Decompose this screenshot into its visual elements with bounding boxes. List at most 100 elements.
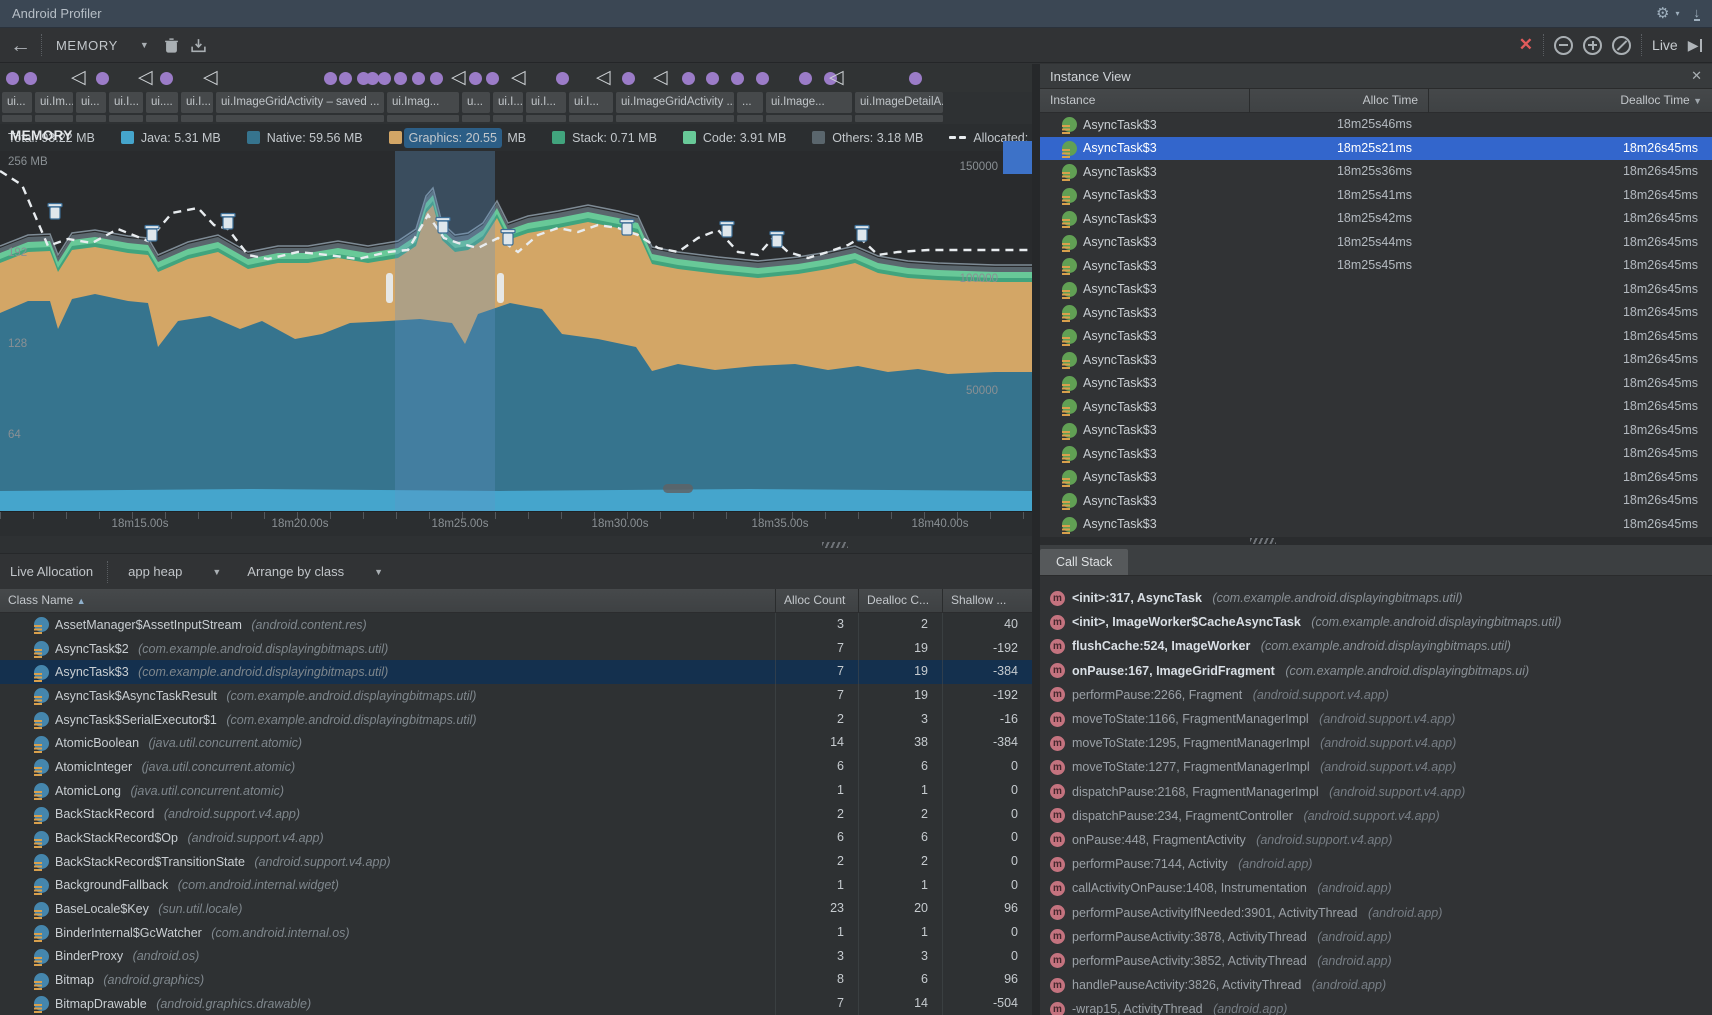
activity-segment[interactable]: ui.I... — [181, 92, 213, 113]
activity-event-dot[interactable] — [799, 72, 812, 85]
activity-event-dot[interactable] — [731, 72, 744, 85]
table-row[interactable]: BackStackRecord (android.support.v4.app)… — [0, 803, 1032, 827]
instance-row[interactable]: AsyncTask$318m26s45ms — [1040, 489, 1712, 513]
table-row[interactable]: AsyncTask$SerialExecutor$1 (com.example.… — [0, 708, 1032, 732]
table-row[interactable]: AtomicLong (java.util.concurrent.atomic)… — [0, 779, 1032, 803]
call-stack-frame[interactable]: onPause:167, ImageGridFragment (com.exam… — [1040, 659, 1712, 683]
activity-event-triangle[interactable]: ◁ — [511, 65, 526, 91]
call-stack-frame[interactable]: performPause:7144, Activity (android.app… — [1040, 852, 1712, 876]
call-stack-frame[interactable]: <init>:317, AsyncTask (com.example.andro… — [1040, 586, 1712, 610]
activity-event-dot[interactable] — [556, 72, 569, 85]
table-row[interactable]: AtomicInteger (java.util.concurrent.atom… — [0, 755, 1032, 779]
activity-segment[interactable]: ui.Imag... — [387, 92, 459, 113]
table-row[interactable]: BinderInternal$GcWatcher (com.android.in… — [0, 921, 1032, 945]
column-alloc-time[interactable]: Alloc Time — [1249, 89, 1428, 113]
instance-row[interactable]: AsyncTask$318m26s45ms — [1040, 278, 1712, 302]
table-row[interactable]: BaseLocale$Key (sun.util.locale)232096 — [0, 897, 1032, 921]
activity-segment[interactable]: ui.ImageGridActivity – saved ... — [216, 92, 384, 113]
column-class-name[interactable]: Class Name ▲ — [0, 589, 775, 612]
call-stack-frame[interactable]: onPause:448, FragmentActivity (android.s… — [1040, 828, 1712, 852]
column-alloc-count[interactable]: Alloc Count — [775, 589, 858, 612]
column-dealloc-time[interactable]: Dealloc Time ▼ — [1428, 89, 1712, 113]
activity-segment[interactable]: ui... — [76, 92, 106, 113]
call-stack-frame[interactable]: <init>, ImageWorker$CacheAsyncTask (com.… — [1040, 610, 1712, 634]
tab-call-stack[interactable]: Call Stack — [1040, 549, 1128, 575]
call-stack-frame[interactable]: dispatchPause:2168, FragmentManagerImpl … — [1040, 780, 1712, 804]
heap-dropdown[interactable]: app heap ▼ — [122, 564, 227, 579]
instance-row[interactable]: AsyncTask$318m26s45ms — [1040, 348, 1712, 372]
zoom-out-button[interactable] — [1554, 36, 1573, 55]
activity-event-dot[interactable] — [394, 72, 407, 85]
activity-event-dot[interactable] — [96, 72, 109, 85]
settings-gear-icon[interactable]: ⚙ — [1656, 6, 1669, 21]
call-stack-frame[interactable]: moveToState:1295, FragmentManagerImpl (a… — [1040, 731, 1712, 755]
table-row[interactable]: BitmapDrawable (android.graphics.drawabl… — [0, 992, 1032, 1015]
instance-row[interactable]: AsyncTask$318m25s41ms18m26s45ms — [1040, 184, 1712, 208]
column-instance[interactable]: Instance — [1040, 89, 1249, 113]
instance-row[interactable]: AsyncTask$318m26s45ms — [1040, 419, 1712, 443]
activity-event-dot[interactable] — [486, 72, 499, 85]
memory-timeline-chart[interactable]: 256 MB1921286415000010000050000 — [0, 151, 1032, 511]
instance-row[interactable]: AsyncTask$318m26s45ms — [1040, 372, 1712, 396]
instance-row[interactable]: AsyncTask$318m26s45ms — [1040, 395, 1712, 419]
column-shallow-size[interactable]: Shallow ... — [942, 589, 1032, 612]
activity-event-triangle[interactable]: ◁ — [829, 65, 844, 91]
instance-row[interactable]: AsyncTask$318m25s42ms18m26s45ms — [1040, 207, 1712, 231]
close-session-icon[interactable]: ✕ — [1519, 35, 1533, 55]
activity-event-triangle[interactable]: ◁ — [596, 65, 611, 91]
activity-event-triangle[interactable]: ◁ — [203, 65, 218, 91]
table-row[interactable]: AsyncTask$AsyncTaskResult (com.example.a… — [0, 684, 1032, 708]
gear-dropdown-caret-icon[interactable]: ▾ — [1675, 9, 1679, 18]
activity-event-dot[interactable] — [706, 72, 719, 85]
activity-event-dot[interactable] — [469, 72, 482, 85]
call-stack-frame[interactable]: handlePauseActivity:3826, ActivityThread… — [1040, 973, 1712, 997]
activity-segment[interactable]: ui.I... — [493, 92, 523, 113]
instance-row[interactable]: AsyncTask$318m25s45ms18m26s45ms — [1040, 254, 1712, 278]
instance-row[interactable]: AsyncTask$318m26s45ms — [1040, 513, 1712, 537]
table-row[interactable]: AssetManager$AssetInputStream (android.c… — [0, 613, 1032, 637]
call-stack-frame[interactable]: moveToState:1277, FragmentManagerImpl (a… — [1040, 755, 1712, 779]
activity-event-dot[interactable] — [682, 72, 695, 85]
activity-event-dot[interactable] — [430, 72, 443, 85]
profiler-type-dropdown[interactable]: MEMORY ▼ — [52, 38, 153, 53]
call-stack-frame[interactable]: dispatchPause:234, FragmentController (a… — [1040, 804, 1712, 828]
table-row[interactable]: BinderProxy (android.os)330 — [0, 945, 1032, 969]
activity-event-dot[interactable] — [324, 72, 337, 85]
activity-segment[interactable]: u... — [462, 92, 490, 113]
table-row[interactable]: BackStackRecord$TransitionState (android… — [0, 850, 1032, 874]
export-heap-icon[interactable] — [190, 37, 207, 54]
table-row[interactable]: AsyncTask$2 (com.example.android.display… — [0, 637, 1032, 661]
activity-event-dot[interactable] — [6, 72, 19, 85]
arrange-dropdown[interactable]: Arrange by class ▼ — [241, 564, 389, 579]
call-stack-frame[interactable]: flushCache:524, ImageWorker (com.example… — [1040, 634, 1712, 658]
call-stack-frame[interactable]: callActivityOnPause:1408, Instrumentatio… — [1040, 876, 1712, 900]
activity-segment[interactable]: ui.I... — [526, 92, 566, 113]
activity-event-triangle[interactable]: ◁ — [71, 65, 86, 91]
activity-event-dot[interactable] — [378, 72, 391, 85]
instance-row[interactable]: AsyncTask$318m26s45ms — [1040, 301, 1712, 325]
call-stack-frame[interactable]: performPauseActivityIfNeeded:3901, Activ… — [1040, 900, 1712, 924]
back-arrow-icon[interactable]: ← — [10, 35, 31, 56]
close-icon[interactable]: ✕ — [1691, 68, 1702, 84]
splitter-horizontal[interactable] — [0, 536, 1032, 553]
activity-event-triangle[interactable]: ◁ — [451, 65, 466, 91]
chart-scrollbar-thumb[interactable] — [663, 484, 693, 493]
activity-event-dot[interactable] — [909, 72, 922, 85]
call-stack-frame[interactable]: moveToState:1166, FragmentManagerImpl (a… — [1040, 707, 1712, 731]
activity-event-dot[interactable] — [339, 72, 352, 85]
activity-segment[interactable]: ui.I... — [569, 92, 613, 113]
activity-event-dot[interactable] — [756, 72, 769, 85]
selection-right-handle[interactable] — [497, 273, 504, 303]
go-live-icon[interactable]: ▶ — [1688, 37, 1702, 54]
activity-segment[interactable]: ... — [737, 92, 763, 113]
activity-segment[interactable]: ui.ImageGridActivity ... — [616, 92, 734, 113]
column-dealloc-count[interactable]: Dealloc C... — [858, 589, 942, 612]
activity-event-dot[interactable] — [24, 72, 37, 85]
zoom-in-button[interactable] — [1583, 36, 1602, 55]
activity-event-dot[interactable] — [160, 72, 173, 85]
instance-row[interactable]: AsyncTask$318m26s45ms — [1040, 325, 1712, 349]
call-stack-frame[interactable]: -wrap15, ActivityThread (android.app) — [1040, 997, 1712, 1015]
table-row[interactable]: BackgroundFallback (com.android.internal… — [0, 874, 1032, 898]
activity-event-dot[interactable] — [412, 72, 425, 85]
splitter-vertical[interactable] — [1032, 64, 1040, 1015]
